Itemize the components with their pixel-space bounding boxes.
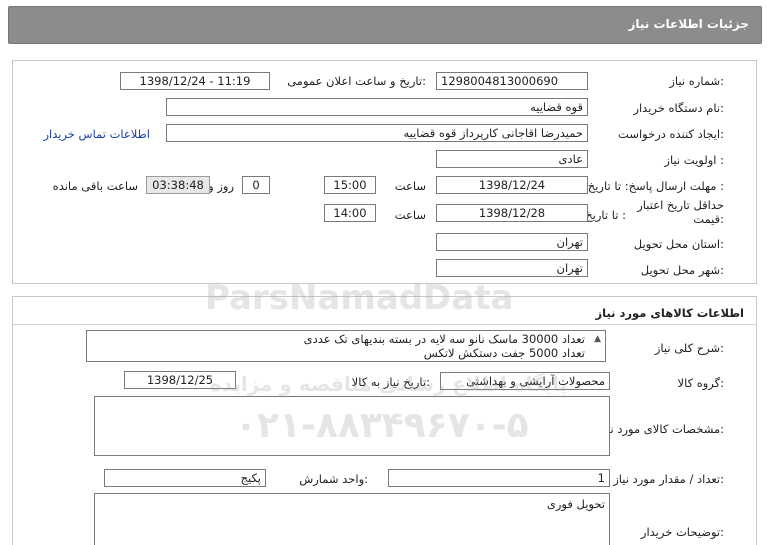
page-header: جزئیات اطلاعات نیاز — [8, 6, 762, 44]
priority-field[interactable]: عادی — [436, 150, 588, 168]
deadline-days-label: روز و — [208, 179, 234, 193]
general-desc-label: شرح کلی نیاز: — [654, 341, 724, 355]
requester-label: ایجاد کننده درخواست: — [618, 127, 724, 141]
quantity-field[interactable]: 1 — [388, 469, 610, 487]
need-date-label: تاریخ نیاز به کالا: — [351, 375, 430, 389]
deadline-title: مهلت ارسال پاسخ: — [624, 179, 717, 193]
min-validity-date-field[interactable]: 1398/12/28 — [436, 204, 588, 222]
general-desc-line1: تعداد 30000 ماسک نانو سه لایه در بسته بن… — [303, 332, 585, 346]
deadline-time-label: ساعت — [394, 179, 426, 193]
priority-label: اولویت نیاز : — [664, 153, 724, 167]
announce-datetime-field[interactable]: 1398/12/24 - 11:19 — [120, 72, 270, 90]
buyer-org-label: نام دستگاه خریدار: — [633, 101, 724, 115]
min-validity-label-line1: حداقل تاریخ اعتبار — [637, 198, 724, 212]
announce-datetime-label: تاریخ و ساعت اعلان عمومی: — [287, 74, 426, 88]
province-field[interactable]: تهران — [436, 233, 588, 251]
buyer-contact-link[interactable]: اطلاعات تماس خریدار — [43, 127, 150, 141]
general-desc-line2: تعداد 5000 جفت دستکش لاتکس — [423, 346, 585, 360]
min-validity-label-line2: قیمت: — [693, 212, 724, 226]
province-label: استان محل تحویل: — [633, 237, 724, 251]
deadline-label: مهلت ارسال پاسخ: تا تاریخ : — [588, 179, 724, 193]
goods-group-label: گروه کالا: — [677, 376, 724, 390]
deadline-time-field[interactable]: 15:00 — [324, 176, 376, 194]
need-date-field[interactable]: 1398/12/25 — [124, 371, 236, 389]
unit-label: واحد شمارش: — [299, 472, 368, 486]
min-validity-label: حداقل تاریخ اعتبار قیمت: — [637, 198, 724, 226]
buyer-notes-label: توضیحات خریدار: — [640, 525, 724, 539]
city-label: شهر محل تحویل: — [640, 263, 724, 277]
remaining-time-field: 03:38:48 — [146, 176, 210, 194]
deadline-date-field[interactable]: 1398/12/24 — [436, 176, 588, 194]
unit-field[interactable]: پکیج — [104, 469, 266, 487]
quantity-label: تعداد / مقدار مورد نیاز: — [613, 472, 724, 486]
specs-label: مشخصات کالای مورد نیاز: — [597, 422, 724, 436]
buyer-org-field[interactable]: قوه قضاییه — [166, 98, 588, 116]
goods-group-field[interactable]: محصولات آرایشی و بهداشتی — [440, 372, 610, 390]
remaining-time-label: ساعت باقی مانده — [52, 179, 138, 193]
min-validity-to-date-label: تا تاریخ : — [585, 208, 626, 222]
need-number-field[interactable]: 1298004813000690 — [436, 72, 588, 90]
goods-panel: اطلاعات کالاهای مورد نیاز شرح کلی نیاز: … — [12, 296, 757, 545]
page-title: جزئیات اطلاعات نیاز — [628, 17, 749, 31]
buyer-notes-field[interactable]: تحویل فوری — [94, 493, 610, 545]
goods-section-title: اطلاعات کالاهای مورد نیاز — [595, 306, 744, 320]
need-number-label: شماره نیاز: — [669, 74, 724, 88]
city-field[interactable]: تهران — [436, 259, 588, 277]
min-validity-time-label: ساعت — [394, 208, 426, 222]
general-desc-field[interactable]: تعداد 30000 ماسک نانو سه لایه در بسته بن… — [86, 330, 606, 362]
need-info-panel: شماره نیاز: 1298004813000690 تاریخ و ساع… — [12, 60, 757, 284]
requester-field[interactable]: حمیدرضا اقاجانی کارپرداز قوه قضاییه — [166, 124, 588, 142]
scroll-up-icon[interactable]: ▲ — [594, 332, 601, 346]
section-divider — [13, 324, 756, 325]
deadline-days-field[interactable]: 0 — [242, 176, 270, 194]
min-validity-time-field[interactable]: 14:00 — [324, 204, 376, 222]
specs-field[interactable] — [94, 396, 610, 456]
